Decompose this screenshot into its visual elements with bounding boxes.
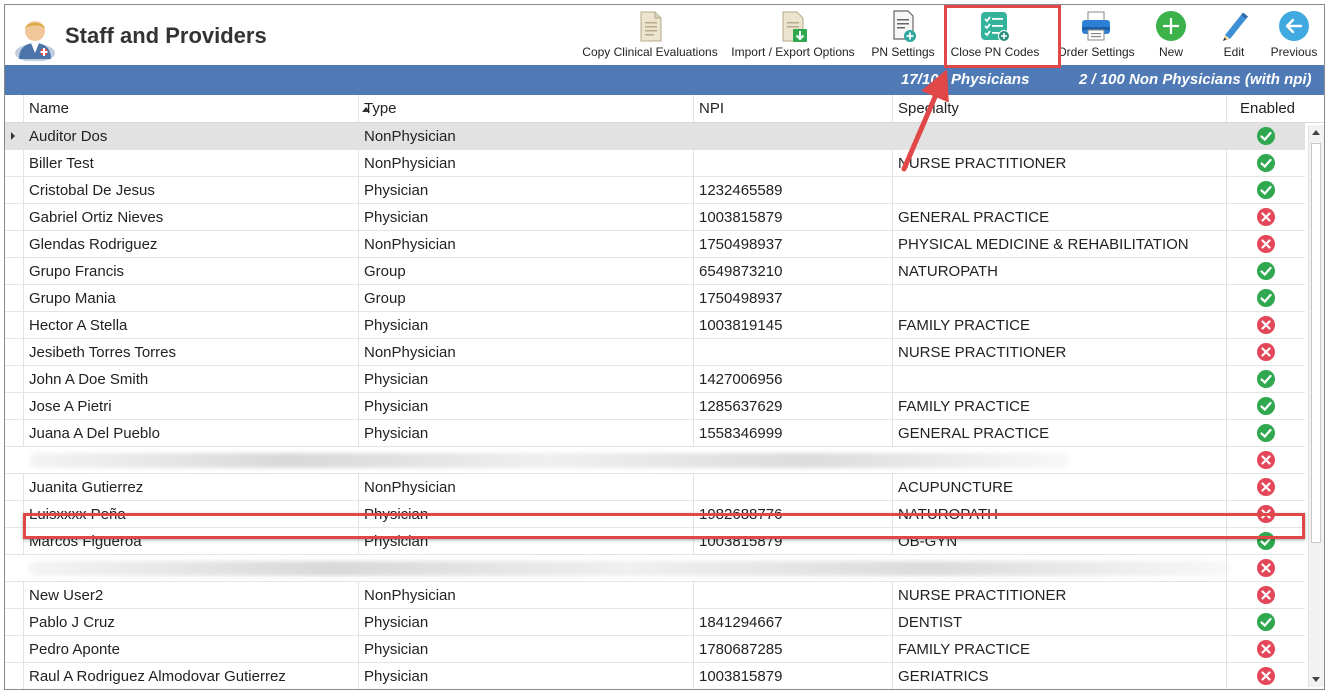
annotation-arrow-icon	[901, 69, 949, 172]
staff-providers-window: Staff and Providers Copy Clinical Evalua…	[4, 4, 1325, 690]
